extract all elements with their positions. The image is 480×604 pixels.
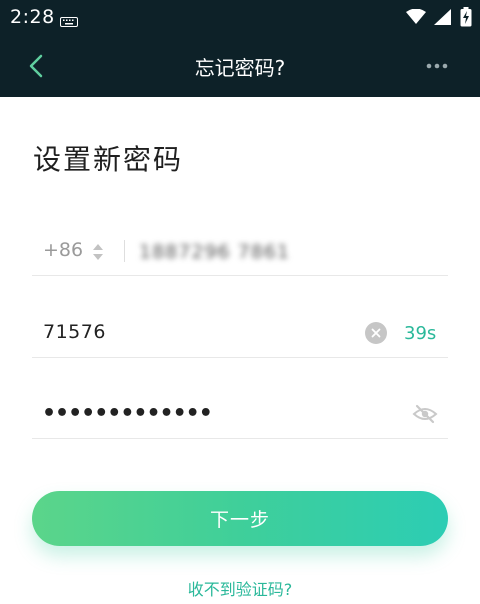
phone-field: +86 1887296 7861 xyxy=(32,224,448,276)
phone-number-input[interactable]: 1887296 7861 xyxy=(139,241,290,263)
resend-countdown[interactable]: 39s xyxy=(404,323,436,344)
page-title: 忘记密码? xyxy=(194,56,286,80)
password-input[interactable]: ••••••••••••• xyxy=(42,401,213,426)
verification-code-field: 71576 39s xyxy=(32,306,448,358)
clear-button[interactable] xyxy=(365,322,387,344)
status-icons xyxy=(406,7,472,31)
more-horizontal-icon xyxy=(426,63,448,69)
header: 2:28 忘记密码? xyxy=(0,0,480,97)
battery-charging-icon xyxy=(460,7,472,31)
section-heading: 设置新密码 xyxy=(33,143,184,176)
new-password-field: ••••••••••••• xyxy=(32,387,448,439)
no-code-link[interactable]: 收不到验证码? xyxy=(0,576,480,600)
signal-icon xyxy=(434,9,452,29)
keyboard-icon xyxy=(60,12,78,31)
more-button[interactable] xyxy=(422,54,452,78)
country-code-selector[interactable]: +86 xyxy=(43,239,83,261)
close-icon xyxy=(371,328,381,338)
next-step-button[interactable]: 下一步 xyxy=(32,491,448,546)
wifi-icon xyxy=(406,8,426,29)
status-time: 2:28 xyxy=(10,6,55,28)
verification-code-input[interactable]: 71576 xyxy=(43,321,106,343)
toggle-visibility-button[interactable] xyxy=(411,402,439,426)
status-bar: 2:28 xyxy=(0,0,480,34)
divider xyxy=(124,240,125,262)
eye-off-icon xyxy=(412,404,438,424)
sort-arrows-icon[interactable] xyxy=(92,243,104,265)
app-bar: 忘记密码? xyxy=(0,34,480,97)
